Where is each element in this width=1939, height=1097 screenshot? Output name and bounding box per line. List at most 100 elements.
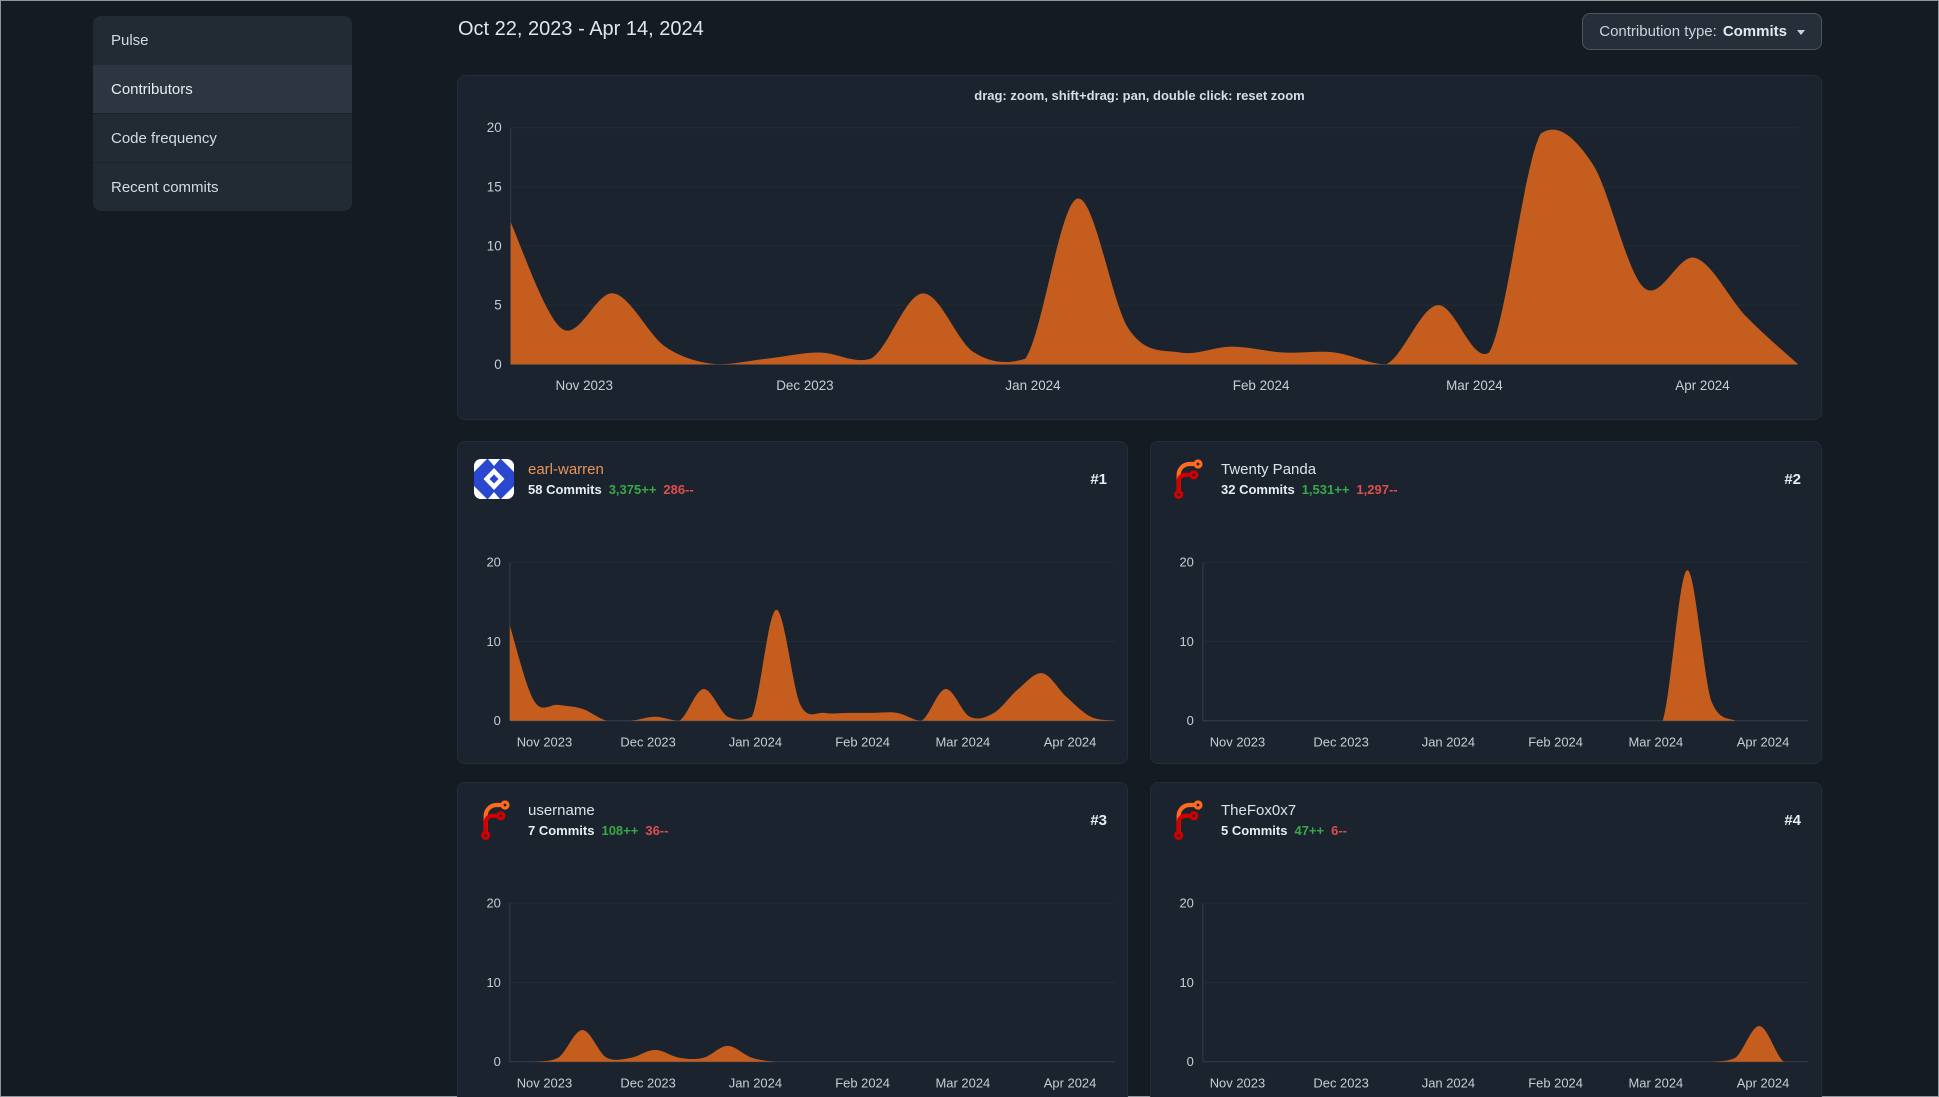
- svg-text:Dec 2023: Dec 2023: [1313, 1076, 1368, 1091]
- svg-text:0: 0: [494, 1054, 501, 1069]
- contributor-stats: 7 Commits 108++ 36--: [528, 823, 668, 838]
- commit-count: 32 Commits: [1221, 482, 1295, 497]
- contributor-card: username 7 Commits 108++ 36-- #3 0 10 20 No…: [457, 782, 1128, 1097]
- svg-text:Nov 2023: Nov 2023: [517, 1076, 572, 1091]
- contributor-rank-badge: #3: [1090, 811, 1107, 829]
- contributor-card: TheFox0x7 5 Commits 47++ 6-- #4 0 10 20 Nov…: [1150, 782, 1822, 1097]
- svg-text:Jan 2024: Jan 2024: [729, 1076, 782, 1091]
- svg-text:Mar 2024: Mar 2024: [936, 1076, 991, 1091]
- sidebar-item-code-frequency[interactable]: Code frequency: [93, 113, 352, 162]
- svg-text:Feb 2024: Feb 2024: [1528, 735, 1583, 750]
- svg-text:10: 10: [486, 975, 500, 990]
- deletions-count: 1,297--: [1356, 482, 1398, 497]
- svg-text:0: 0: [494, 357, 501, 372]
- svg-text:Jan 2024: Jan 2024: [1422, 1076, 1475, 1091]
- contributor-activity-chart[interactable]: 0 10 20 Nov 2023 Dec 2023 Jan 2024 Feb 2024 Mar…: [458, 857, 1127, 1097]
- contributor-info: Twenty Panda 32 Commits 1,531++ 1,297--: [1221, 461, 1398, 497]
- deletions-count: 6--: [1331, 823, 1348, 838]
- svg-text:Feb 2024: Feb 2024: [1233, 378, 1290, 393]
- svg-text:Dec 2023: Dec 2023: [620, 735, 675, 750]
- svg-text:Apr 2024: Apr 2024: [1675, 378, 1730, 393]
- contributor-name[interactable]: Twenty Panda: [1221, 461, 1398, 479]
- commit-count: 5 Commits: [1221, 823, 1288, 838]
- svg-text:10: 10: [486, 634, 500, 649]
- contributor-activity-chart[interactable]: 0 10 20 Nov 2023 Dec 2023 Jan 2024 Feb 2024 Mar…: [1151, 516, 1820, 764]
- contributor-info: username 7 Commits 108++ 36--: [528, 802, 668, 838]
- svg-text:10: 10: [1179, 634, 1193, 649]
- contributor-card: Twenty Panda 32 Commits 1,531++ 1,297-- …: [1150, 441, 1822, 764]
- svg-text:Jan 2024: Jan 2024: [1422, 735, 1475, 750]
- chevron-down-icon: [1797, 30, 1805, 35]
- contributor-rank-badge: #4: [1784, 811, 1801, 829]
- repo-activity-sidebar: Pulse Contributors Code frequency Recent…: [93, 16, 352, 211]
- svg-text:5: 5: [494, 298, 501, 313]
- additions-count: 3,375++: [608, 482, 657, 497]
- contributor-stats: 58 Commits 3,375++ 286--: [528, 482, 694, 497]
- contributor-name-link[interactable]: earl-warren: [528, 461, 694, 479]
- contributor-stats: 32 Commits 1,531++ 1,297--: [1221, 482, 1398, 497]
- contributors-page: Pulse Contributors Code frequency Recent…: [0, 0, 1939, 1097]
- svg-text:0: 0: [494, 713, 501, 728]
- identicon-avatar[interactable]: [474, 459, 514, 499]
- contributor-activity-chart[interactable]: 0 10 20 Nov 2023 Dec 2023 Jan 2024 Feb 2024 Mar…: [1151, 857, 1820, 1097]
- forgejo-logo-avatar[interactable]: [1167, 459, 1207, 499]
- contributor-info: TheFox0x7 5 Commits 47++ 6--: [1221, 802, 1347, 838]
- svg-text:Dec 2023: Dec 2023: [776, 378, 833, 393]
- sidebar-item-pulse[interactable]: Pulse: [93, 16, 352, 64]
- total-activity-card: 0 5 10 15 20 Nov 2023 Dec 2023 Jan 2024 Feb 2024…: [457, 75, 1822, 420]
- svg-text:20: 20: [487, 120, 502, 135]
- svg-text:20: 20: [1179, 555, 1193, 570]
- svg-text:Nov 2023: Nov 2023: [1210, 1076, 1265, 1091]
- forgejo-logo-avatar[interactable]: [1167, 800, 1207, 840]
- svg-text:15: 15: [487, 179, 502, 194]
- contributor-rank-badge: #2: [1784, 470, 1801, 488]
- contributor-card-header: earl-warren 58 Commits 3,375++ 286-- #1: [458, 442, 1127, 516]
- contributor-cards-grid: earl-warren 58 Commits 3,375++ 286-- #1 …: [457, 441, 1823, 1097]
- additions-count: 1,531++: [1301, 482, 1350, 497]
- svg-text:0: 0: [1187, 1054, 1194, 1069]
- svg-text:20: 20: [486, 555, 500, 570]
- commit-count: 7 Commits: [528, 823, 595, 838]
- chart-zoom-hint: drag: zoom, shift+drag: pan, double clic…: [974, 88, 1305, 103]
- additions-count: 47++: [1294, 823, 1325, 838]
- contributor-rank-badge: #1: [1090, 470, 1107, 488]
- contributor-activity-chart[interactable]: 0 10 20 Nov 2023 Dec 2023 Jan 2024 Feb 2024 Mar…: [458, 516, 1127, 764]
- svg-text:Apr 2024: Apr 2024: [1044, 735, 1097, 750]
- contributor-name[interactable]: username: [528, 802, 668, 820]
- svg-text:Dec 2023: Dec 2023: [620, 1076, 675, 1091]
- contributor-card-header: TheFox0x7 5 Commits 47++ 6-- #4: [1151, 783, 1821, 857]
- contribution-type-label: Contribution type:: [1599, 23, 1717, 40]
- contribution-type-value: Commits: [1722, 23, 1787, 40]
- contributor-card: earl-warren 58 Commits 3,375++ 286-- #1 …: [457, 441, 1128, 764]
- svg-text:Jan 2024: Jan 2024: [1005, 378, 1061, 393]
- svg-text:10: 10: [1179, 975, 1193, 990]
- contributor-stats: 5 Commits 47++ 6--: [1221, 823, 1347, 838]
- svg-text:Dec 2023: Dec 2023: [1313, 735, 1368, 750]
- svg-text:10: 10: [487, 238, 502, 253]
- contributor-card-header: Twenty Panda 32 Commits 1,531++ 1,297-- …: [1151, 442, 1821, 516]
- contributor-card-header: username 7 Commits 108++ 36-- #3: [458, 783, 1127, 857]
- svg-text:Nov 2023: Nov 2023: [1210, 735, 1265, 750]
- svg-text:Feb 2024: Feb 2024: [835, 1076, 890, 1091]
- deletions-count: 36--: [645, 823, 669, 838]
- total-activity-chart[interactable]: 0 5 10 15 20 Nov 2023 Dec 2023 Jan 2024 Feb 2024…: [458, 76, 1821, 419]
- commit-count: 58 Commits: [528, 482, 602, 497]
- svg-text:Feb 2024: Feb 2024: [1528, 1076, 1583, 1091]
- svg-text:Feb 2024: Feb 2024: [835, 735, 890, 750]
- svg-text:20: 20: [486, 896, 500, 911]
- svg-text:Mar 2024: Mar 2024: [1446, 378, 1503, 393]
- svg-text:Apr 2024: Apr 2024: [1737, 1076, 1790, 1091]
- sidebar-item-recent-commits[interactable]: Recent commits: [93, 162, 352, 211]
- contribution-type-dropdown[interactable]: Contribution type: Commits: [1582, 13, 1822, 50]
- sidebar-item-contributors[interactable]: Contributors: [93, 64, 352, 113]
- svg-text:Nov 2023: Nov 2023: [517, 735, 572, 750]
- svg-text:Mar 2024: Mar 2024: [1629, 1076, 1684, 1091]
- forgejo-logo-avatar[interactable]: [474, 800, 514, 840]
- additions-count: 108++: [601, 823, 639, 838]
- svg-text:Jan 2024: Jan 2024: [729, 735, 782, 750]
- contributor-info: earl-warren 58 Commits 3,375++ 286--: [528, 461, 694, 497]
- svg-text:20: 20: [1179, 896, 1193, 911]
- date-range-title: Oct 22, 2023 - Apr 14, 2024: [458, 18, 704, 40]
- deletions-count: 286--: [663, 482, 694, 497]
- contributor-name[interactable]: TheFox0x7: [1221, 802, 1347, 820]
